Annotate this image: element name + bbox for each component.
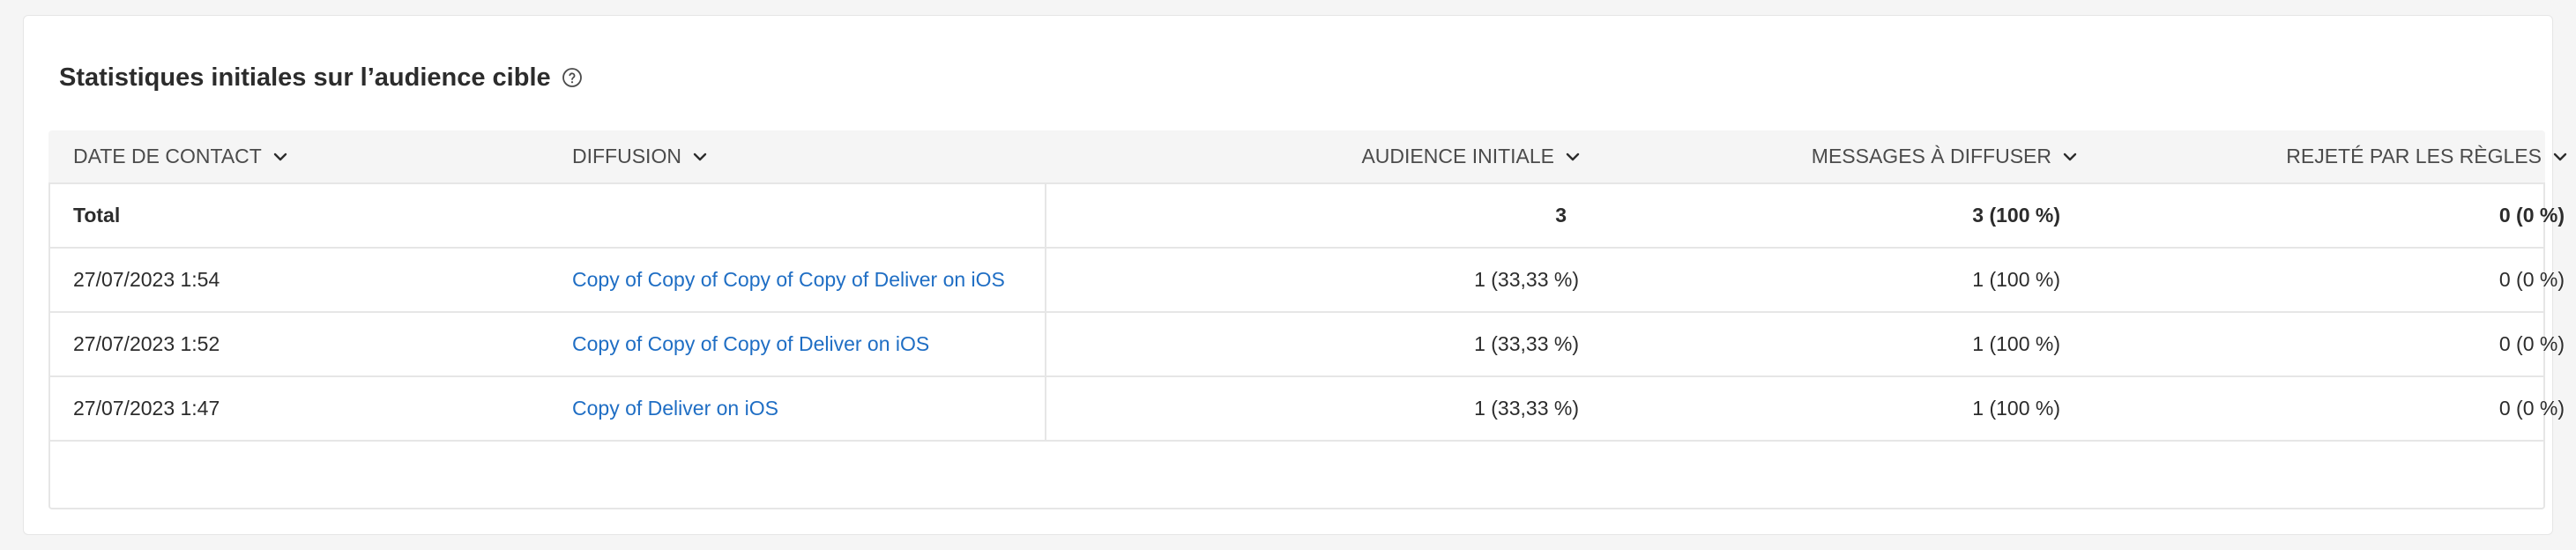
audience-stats-table: DATE DE CONTACT DIFFUSION AUDIENCE INITI… bbox=[48, 130, 2567, 509]
total-initial-audience: 3 bbox=[1555, 204, 1567, 227]
table-row: 27/07/2023 1:47 Copy of Deliver on iOS 1… bbox=[50, 377, 2565, 442]
column-header-messages-to-deliver[interactable]: MESSAGES À DIFFUSER bbox=[1671, 130, 2080, 182]
contact-date: 27/07/2023 1:52 bbox=[73, 332, 220, 355]
chevron-down-icon bbox=[2060, 147, 2080, 167]
section-header: Statistiques initiales sur l’audience ci… bbox=[59, 60, 583, 95]
chevron-down-icon bbox=[690, 147, 710, 167]
column-header-label: REJETÉ PAR LES RÈGLES bbox=[2286, 145, 2542, 167]
messages-to-deliver: 1 (100 %) bbox=[1972, 397, 2060, 420]
table-header: DATE DE CONTACT DIFFUSION AUDIENCE INITI… bbox=[48, 130, 2567, 182]
chevron-down-icon bbox=[2550, 147, 2570, 167]
initial-audience: 1 (33,33 %) bbox=[1474, 268, 1579, 291]
table-row: 27/07/2023 1:54 Copy of Copy of Copy of … bbox=[50, 249, 2565, 313]
help-circle-icon[interactable] bbox=[562, 67, 583, 88]
column-header-label: MESSAGES À DIFFUSER bbox=[1811, 145, 2051, 167]
rejected-by-rules: 0 (0 %) bbox=[2498, 397, 2565, 420]
initial-audience: 1 (33,33 %) bbox=[1474, 397, 1579, 420]
column-header-label: AUDIENCE INITIALE bbox=[1361, 145, 1554, 167]
total-label: Total bbox=[73, 204, 121, 227]
rejected-by-rules: 0 (0 %) bbox=[2498, 332, 2565, 355]
messages-to-deliver: 1 (100 %) bbox=[1972, 268, 2060, 291]
section-title: Statistiques initiales sur l’audience ci… bbox=[59, 63, 551, 92]
column-header-rejected-by-rules[interactable]: REJETÉ PAR LES RÈGLES bbox=[2147, 130, 2570, 182]
delivery-link[interactable]: Copy of Copy of Copy of Copy of Deliver … bbox=[572, 249, 1005, 311]
delivery-link-text[interactable]: Copy of Deliver on iOS bbox=[572, 397, 778, 420]
total-messages-to-deliver: 3 (100 %) bbox=[1972, 204, 2060, 227]
total-rejected-by-rules: 0 (0 %) bbox=[2498, 204, 2565, 227]
chevron-down-icon bbox=[1563, 147, 1582, 167]
contact-date: 27/07/2023 1:47 bbox=[73, 397, 220, 420]
audience-stats-panel: Statistiques initiales sur l’audience ci… bbox=[23, 15, 2567, 535]
rejected-by-rules: 0 (0 %) bbox=[2498, 268, 2565, 291]
table-row: 27/07/2023 1:52 Copy of Copy of Copy of … bbox=[50, 313, 2565, 377]
column-header-label: DATE DE CONTACT bbox=[73, 145, 262, 167]
column-header-delivery[interactable]: DIFFUSION bbox=[572, 130, 837, 182]
contact-date: 27/07/2023 1:54 bbox=[73, 268, 220, 291]
delivery-link-text[interactable]: Copy of Copy of Copy of Deliver on iOS bbox=[572, 332, 929, 356]
column-header-contact-date[interactable]: DATE DE CONTACT bbox=[73, 130, 338, 182]
delivery-link-text[interactable]: Copy of Copy of Copy of Copy of Deliver … bbox=[572, 268, 1005, 292]
initial-audience: 1 (33,33 %) bbox=[1474, 332, 1579, 355]
delivery-link[interactable]: Copy of Copy of Copy of Deliver on iOS bbox=[572, 313, 929, 375]
chevron-down-icon bbox=[271, 147, 290, 167]
delivery-link[interactable]: Copy of Deliver on iOS bbox=[572, 377, 778, 440]
table-row-total: Total 3 3 (100 %) 0 (0 %) bbox=[50, 184, 2565, 249]
column-header-initial-audience[interactable]: AUDIENCE INITIALE bbox=[1195, 130, 1582, 182]
column-header-label: DIFFUSION bbox=[572, 145, 681, 167]
messages-to-deliver: 1 (100 %) bbox=[1972, 332, 2060, 355]
table-body: Total 3 3 (100 %) 0 (0 %) 27/07/2023 1:5… bbox=[48, 182, 2565, 509]
